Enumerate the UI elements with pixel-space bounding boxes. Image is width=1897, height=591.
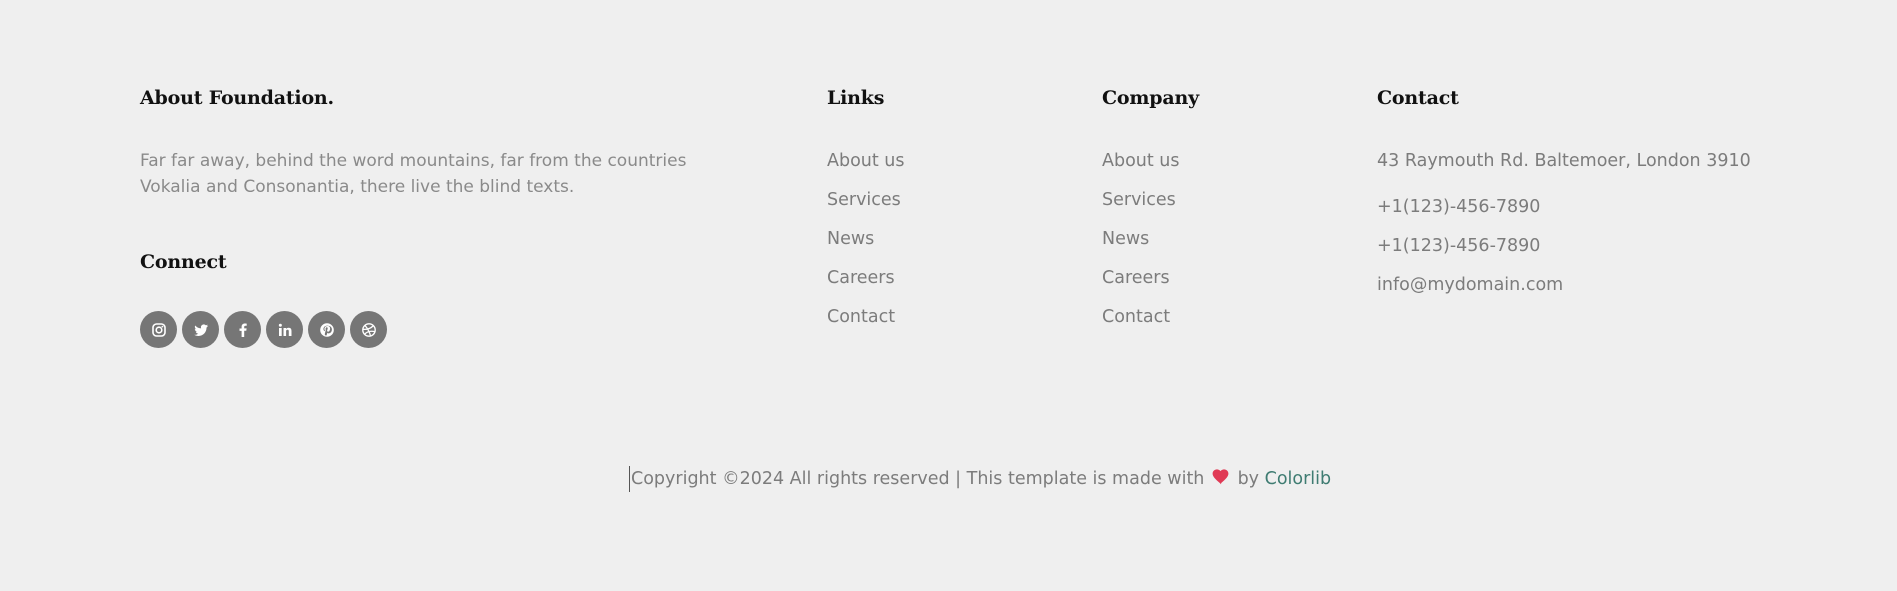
facebook-icon [239, 323, 247, 337]
contact-phone-2[interactable]: +1(123)-456-7890 [1377, 233, 1751, 272]
facebook-button[interactable] [224, 311, 261, 348]
dribbble-icon [361, 322, 376, 337]
site-footer: About Foundation. Far far away, behind t… [0, 0, 1897, 591]
company-heading: Company [1102, 87, 1199, 109]
twitter-button[interactable] [182, 311, 219, 348]
contact-address: 43 Raymouth Rd. Baltemoer, London 3910 [1377, 151, 1751, 171]
copyright-by: by [1237, 469, 1260, 489]
instagram-icon [151, 322, 166, 337]
links-heading: Links [827, 87, 885, 109]
about-text: Far far away, behind the word mountains,… [140, 151, 687, 197]
dribbble-button[interactable] [350, 311, 387, 348]
company-item-careers[interactable]: Careers [1102, 265, 1180, 304]
contact-email[interactable]: info@mydomain.com [1377, 272, 1751, 311]
links-item-about-us[interactable]: About us [827, 148, 905, 187]
links-item-contact[interactable]: Contact [827, 304, 905, 343]
company-item-about-us[interactable]: About us [1102, 148, 1180, 187]
company-item-news[interactable]: News [1102, 226, 1180, 265]
contact-heading: Contact [1377, 87, 1459, 109]
links-item-services[interactable]: Services [827, 187, 905, 226]
copyright-line: Copyright ©2024 All rights reserved | Th… [629, 466, 1331, 492]
about-heading: About Foundation. [140, 87, 334, 109]
company-item-contact[interactable]: Contact [1102, 304, 1180, 343]
contact-phone-1[interactable]: +1(123)-456-7890 [1377, 194, 1751, 233]
copyright-text: Copyright ©2024 All rights reserved | Th… [631, 469, 1205, 489]
contact-column: Contact 43 Raymouth Rd. Baltemoer, Londo… [1377, 84, 1817, 295]
links-list: About us Services News Careers Contact [827, 148, 905, 343]
heart-icon [1212, 469, 1229, 485]
instagram-button[interactable] [140, 311, 177, 348]
colorlib-link[interactable]: Colorlib [1265, 469, 1332, 489]
company-item-services[interactable]: Services [1102, 187, 1180, 226]
social-links [140, 311, 387, 348]
pinterest-icon [319, 322, 334, 337]
company-column: Company About us Services News Careers C… [1102, 84, 1322, 327]
links-item-careers[interactable]: Careers [827, 265, 905, 304]
twitter-icon [193, 323, 208, 336]
company-list: About us Services News Careers Contact [1102, 148, 1180, 343]
about-column: About Foundation. Far far away, behind t… [140, 84, 700, 348]
connect-heading: Connect [140, 251, 227, 273]
links-item-news[interactable]: News [827, 226, 905, 265]
linkedin-icon [278, 323, 291, 336]
pinterest-button[interactable] [308, 311, 345, 348]
linkedin-button[interactable] [266, 311, 303, 348]
links-column: Links About us Services News Careers Con… [827, 84, 1047, 327]
contact-list: 43 Raymouth Rd. Baltemoer, London 3910 +… [1377, 148, 1751, 311]
